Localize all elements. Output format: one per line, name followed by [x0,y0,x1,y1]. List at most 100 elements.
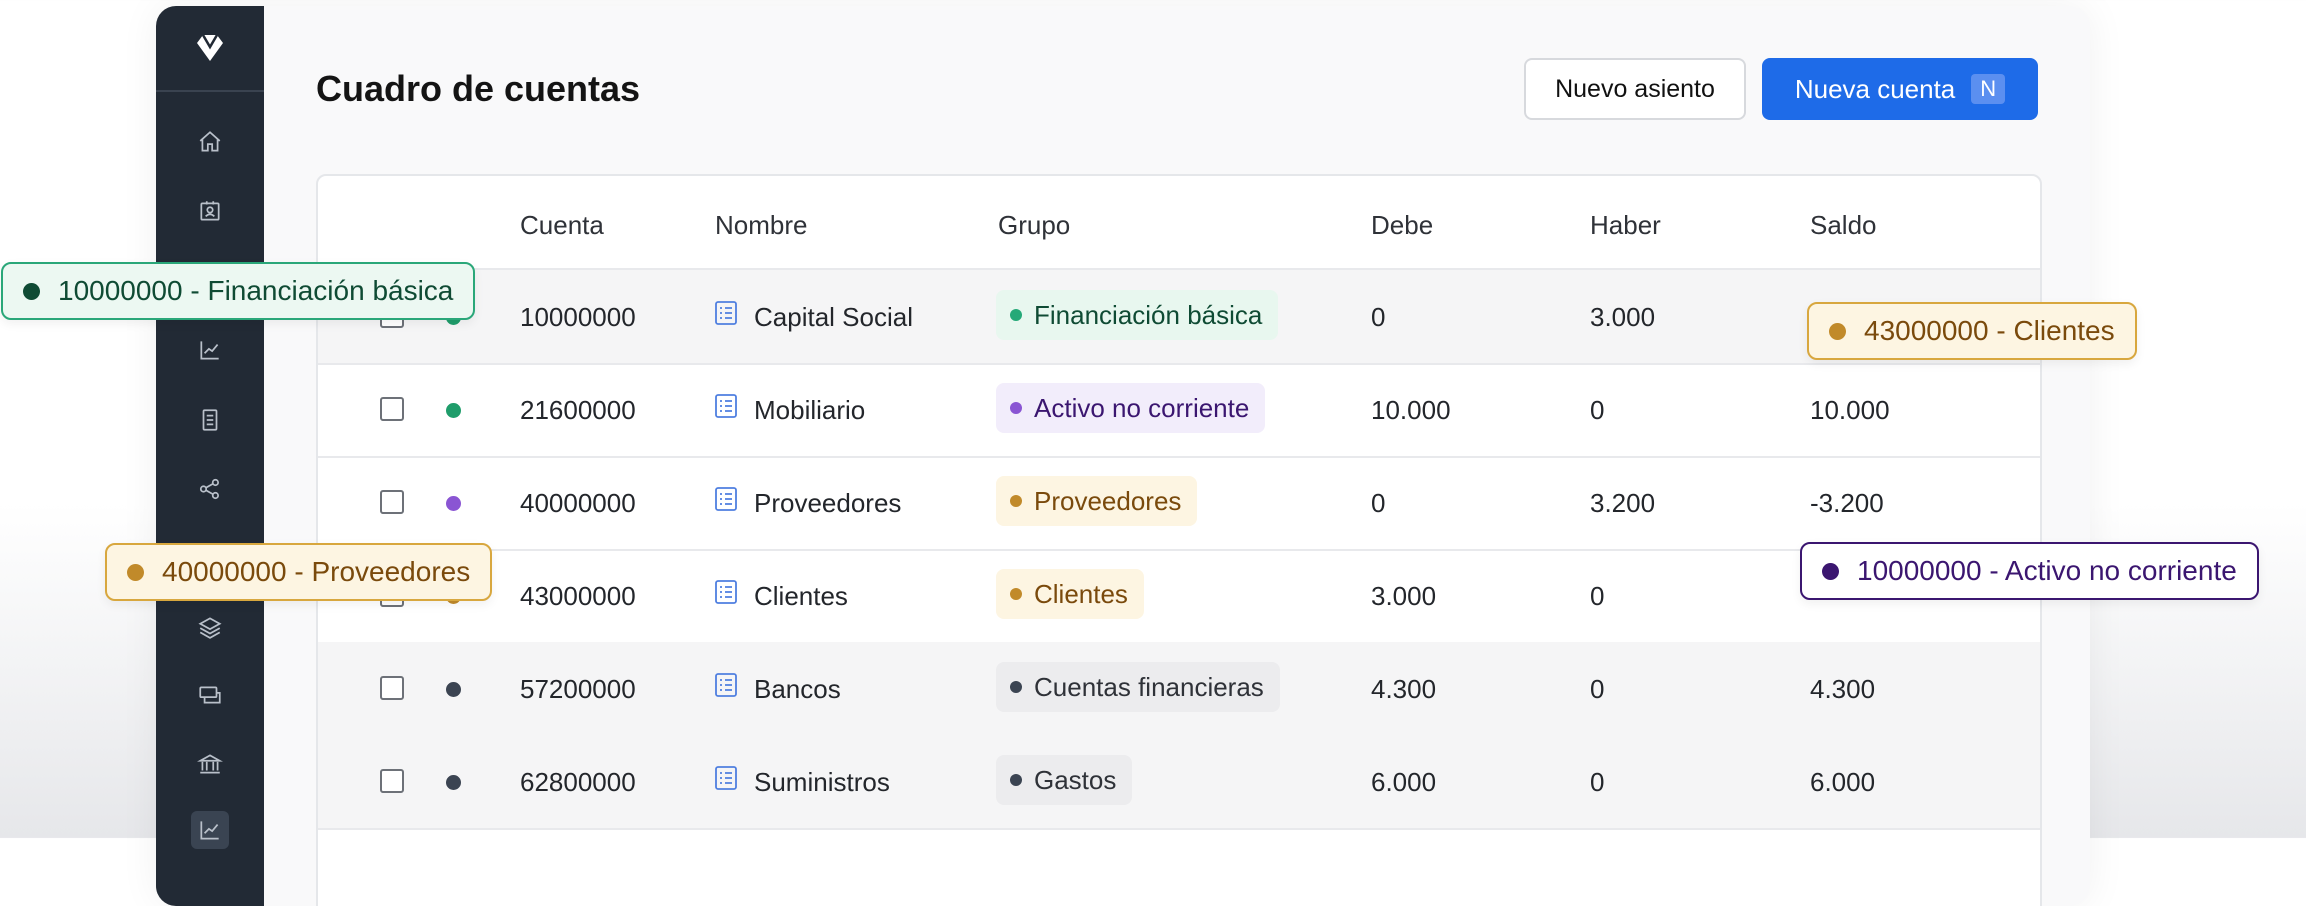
analytics-icon[interactable] [191,811,229,849]
cell-haber: 3.000 [1590,302,1656,332]
cell-debe: 6.000 [1371,767,1437,797]
cell-cuenta: 62800000 [520,767,636,797]
cell-saldo: 10.000 [1810,395,1890,425]
group-label: Cuentas financieras [1034,671,1264,702]
group-label: Financiación básica [1034,299,1263,330]
ledger-icon[interactable] [191,401,229,439]
group-dot [1010,402,1022,414]
cell-cuenta: 10000000 [520,302,636,332]
row-checkbox[interactable] [380,676,404,700]
payments-icon[interactable] [191,676,229,714]
cell-saldo: -3.200 [1810,488,1884,518]
table-header: Cuenta Nombre Grupo Debe Haber Saldo [318,176,2040,270]
column-header-haber[interactable]: Haber [1590,210,1661,241]
status-dot [446,496,461,511]
cell-debe: 0 [1371,488,1386,518]
accounts-table: Cuenta Nombre Grupo Debe Haber Saldo 100… [316,174,2042,906]
tag-dot [1829,322,1846,340]
cell-cuenta: 57200000 [520,674,636,704]
tag-label: 10000000 - Activo no corriente [1857,555,2237,586]
account-tag-clientes[interactable]: 43000000 - Clientes [1807,302,2137,360]
group-dot [1010,495,1022,507]
layers-icon[interactable] [191,608,229,646]
cell-nombre[interactable]: Bancos [754,674,841,705]
new-account-label: Nueva cuenta [1794,73,1956,104]
cell-nombre[interactable]: Suministros [754,767,890,798]
group-label: Gastos [1034,764,1117,795]
cell-haber: 0 [1590,395,1605,425]
contacts-icon[interactable] [191,192,229,230]
tag-dot [23,282,40,300]
list-icon [715,394,737,418]
group-badge[interactable]: Gastos [996,755,1133,805]
column-header-saldo[interactable]: Saldo [1810,210,1877,241]
list-icon [715,766,737,790]
group-label: Proveedores [1034,485,1182,516]
cell-cuenta: 21600000 [520,395,636,425]
sidebar [156,6,264,906]
page-title: Cuadro de cuentas [316,68,641,109]
row-checkbox[interactable] [380,769,404,793]
share-icon[interactable] [191,470,229,508]
cell-nombre[interactable]: Clientes [754,581,848,612]
group-badge[interactable]: Financiación básica [996,290,1279,340]
logo-icon [197,34,223,61]
cell-nombre[interactable]: Proveedores [754,488,901,519]
tag-dot [127,563,144,581]
table-row[interactable]: 21600000 Mobiliario Activo no corriente … [318,363,2040,458]
list-icon [715,301,737,325]
cell-nombre[interactable]: Mobiliario [754,395,865,426]
account-tag-proveedores[interactable]: 40000000 - Proveedores [105,543,493,601]
new-entry-button[interactable]: Nuevo asiento [1524,58,1746,120]
cell-debe: 0 [1371,302,1386,332]
cell-haber: 0 [1590,581,1605,611]
list-icon [715,580,737,604]
group-dot [1010,774,1022,786]
cell-haber: 0 [1590,767,1605,797]
group-dot [1010,681,1022,693]
cell-nombre[interactable]: Capital Social [754,302,913,333]
account-tag-activo[interactable]: 10000000 - Activo no corriente [1800,542,2259,600]
group-dot [1010,588,1022,600]
table-row[interactable]: 40000000 Proveedores Proveedores 0 3.200… [318,456,2040,551]
tag-label: 40000000 - Proveedores [162,556,471,587]
cell-saldo: 6.000 [1810,767,1876,797]
column-header-cuenta[interactable]: Cuenta [520,210,604,241]
group-badge[interactable]: Proveedores [996,476,1198,526]
tag-label: 43000000 - Clientes [1864,315,2115,346]
logo[interactable] [156,6,264,92]
group-badge[interactable]: Cuentas financieras [996,662,1280,712]
cell-debe: 4.300 [1371,674,1437,704]
table-row[interactable]: 62800000 Suministros Gastos 6.000 0 6.00… [318,735,2040,830]
row-checkbox[interactable] [380,490,404,514]
reports-icon[interactable] [191,331,229,369]
row-checkbox[interactable] [380,397,404,421]
app-window: Cuadro de cuentas Nuevo asiento Nueva cu… [156,6,2090,906]
shortcut-badge: N [1971,74,2006,104]
home-icon[interactable] [191,123,229,161]
group-badge[interactable]: Clientes [996,569,1144,619]
bank-icon[interactable] [191,745,229,783]
account-tag-financiacion[interactable]: 10000000 - Financiación básica [1,262,476,320]
column-header-nombre[interactable]: Nombre [715,210,807,241]
cell-debe: 3.000 [1371,581,1437,611]
cell-cuenta: 43000000 [520,581,636,611]
tag-label: 10000000 - Financiación básica [58,275,454,306]
status-dot [446,682,461,697]
list-icon [715,673,737,697]
status-dot [446,403,461,418]
cell-haber: 0 [1590,674,1605,704]
cell-haber: 3.200 [1590,488,1656,518]
table-row[interactable]: 43000000 Clientes Clientes 3.000 0 [318,549,2040,644]
new-account-button[interactable]: Nueva cuenta N [1762,58,2038,120]
table-row[interactable]: 57200000 Bancos Cuentas financieras 4.30… [318,642,2040,737]
status-dot [446,775,461,790]
column-header-debe[interactable]: Debe [1371,210,1433,241]
table-row[interactable]: 10000000 Capital Social Financiación bás… [318,270,2040,365]
tag-dot [1822,562,1839,580]
group-label: Clientes [1034,578,1128,609]
group-badge[interactable]: Activo no corriente [996,383,1266,433]
list-icon [715,487,737,511]
column-header-grupo[interactable]: Grupo [998,210,1070,241]
cell-debe: 10.000 [1371,395,1451,425]
